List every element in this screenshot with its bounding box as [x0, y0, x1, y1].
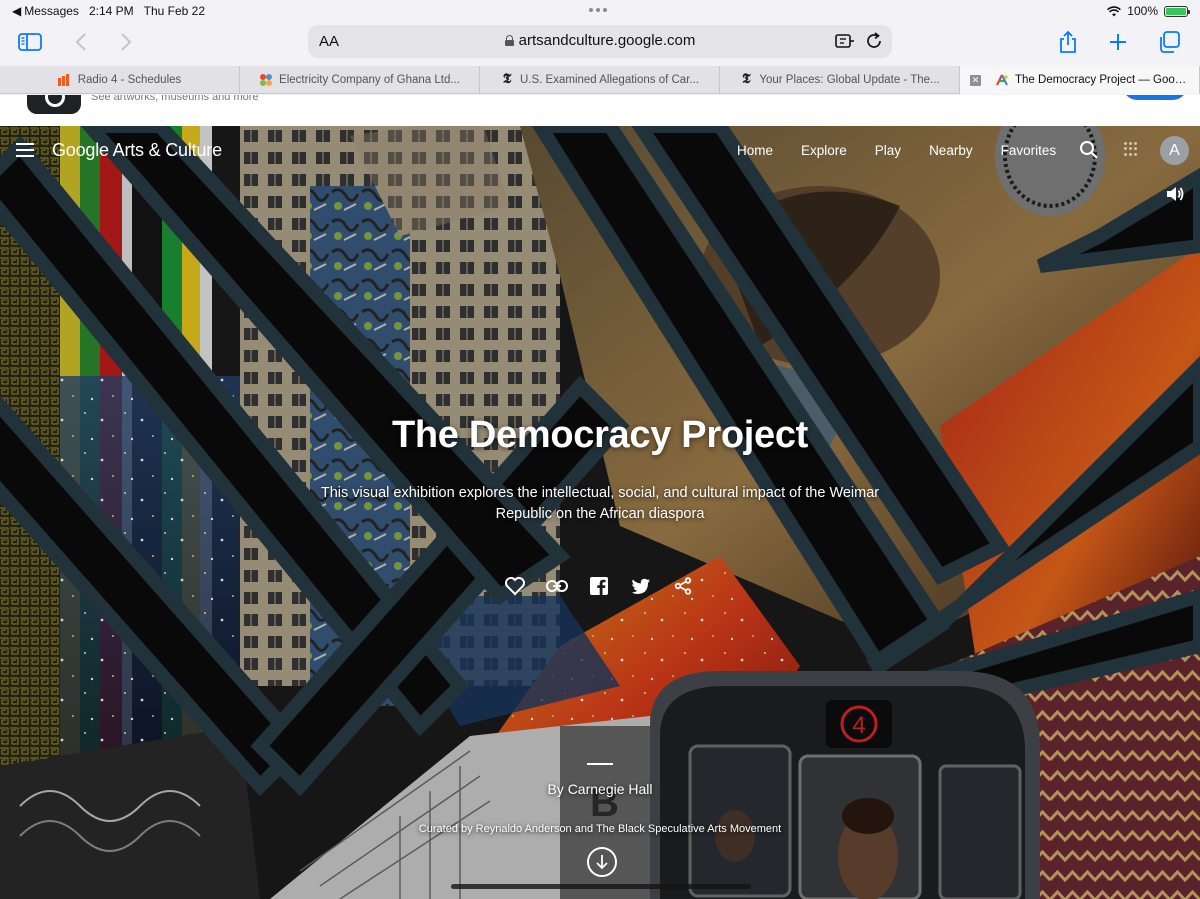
- nyt-icon: 𝕿: [502, 72, 512, 87]
- app-banner-subtitle: See artworks, museums and more: [91, 95, 259, 103]
- nav-nearby[interactable]: Nearby: [929, 143, 973, 158]
- sound-icon[interactable]: [1165, 184, 1185, 204]
- reload-icon[interactable]: [863, 30, 885, 52]
- web-content: See artworks, museums and more B 4 Googl…: [0, 95, 1200, 899]
- tab-title: Radio 4 - Schedules: [77, 74, 182, 86]
- battery-percent: 100%: [1127, 4, 1158, 18]
- nav-play[interactable]: Play: [875, 143, 901, 158]
- tab-overview-icon[interactable]: [1155, 28, 1183, 56]
- tab-democracy-project[interactable]: ✕ The Democracy Project — Google...: [960, 66, 1200, 94]
- tab-title: Electricity Company of Ghana Ltd...: [279, 74, 460, 86]
- extension-icon[interactable]: [834, 30, 856, 52]
- app-logo-icon: [27, 95, 81, 114]
- tab-bar: Radio 4 - Schedules Electricity Company …: [0, 66, 1200, 94]
- share-actions: [504, 575, 694, 597]
- back-app-label: Messages: [24, 4, 79, 18]
- close-tab-icon[interactable]: ✕: [970, 74, 981, 86]
- share-icon[interactable]: [672, 575, 694, 597]
- status-date: Thu Feb 22: [143, 4, 206, 18]
- forward-icon[interactable]: [112, 28, 140, 56]
- back-triangle-icon: ◀: [12, 4, 22, 18]
- url-label: artsandculture.google.com: [518, 32, 696, 49]
- new-tab-icon[interactable]: [1104, 28, 1132, 56]
- tab-title: U.S. Examined Allegations of Car...: [520, 74, 699, 86]
- browser-toolbar: AA artsandculture.google.com: [0, 22, 1200, 64]
- nav-home[interactable]: Home: [737, 143, 773, 158]
- hero-divider: [587, 763, 613, 765]
- app-banner-button[interactable]: [1123, 95, 1187, 100]
- nyt-icon: 𝕿: [742, 72, 751, 87]
- nav-links: Home Explore Play Nearby Favorites: [737, 143, 1056, 158]
- favorite-heart-icon[interactable]: [504, 575, 526, 597]
- lock-icon: [504, 35, 514, 46]
- account-avatar[interactable]: A: [1160, 136, 1189, 165]
- arrow-down-icon: [596, 855, 608, 870]
- share-icon[interactable]: [1054, 28, 1082, 56]
- hero-description: This visual exhibition explores the inte…: [320, 485, 880, 522]
- hero-section: B 4 Google Arts & Culture Home Explore P…: [0, 126, 1200, 899]
- back-to-app[interactable]: ◀ Messages: [12, 4, 79, 18]
- twitter-icon[interactable]: [630, 575, 652, 597]
- google-arts-icon: [995, 73, 1009, 87]
- apps-grid-icon[interactable]: [1124, 142, 1138, 156]
- tab-your-places[interactable]: 𝕿 Your Places: Global Update - The...: [720, 66, 960, 94]
- hero-byline[interactable]: By Carnegie Hall: [0, 781, 1200, 797]
- hero-curated: Curated by Reynaldo Anderson and The Bla…: [418, 823, 782, 835]
- link-icon[interactable]: [546, 575, 568, 597]
- site-nav: Google Arts & Culture Home Explore Play …: [0, 126, 1200, 176]
- multitasking-dots-icon[interactable]: [589, 4, 607, 12]
- nav-favorites[interactable]: Favorites: [1001, 143, 1057, 158]
- battery-icon: [1164, 5, 1190, 17]
- tab-us-examined[interactable]: 𝕿 U.S. Examined Allegations of Car...: [480, 66, 720, 94]
- search-icon[interactable]: [1079, 140, 1099, 160]
- tab-electricity-ghana[interactable]: Electricity Company of Ghana Ltd...: [240, 66, 480, 94]
- menu-icon[interactable]: [16, 143, 34, 157]
- hero-title: The Democracy Project: [391, 414, 809, 456]
- address-bar[interactable]: AA artsandculture.google.com: [308, 25, 892, 58]
- tab-title: Your Places: Global Update - The...: [759, 74, 940, 86]
- url-text[interactable]: artsandculture.google.com: [308, 32, 892, 49]
- facebook-icon[interactable]: [588, 575, 610, 597]
- wifi-icon: [1107, 5, 1122, 16]
- back-icon[interactable]: [67, 28, 95, 56]
- nav-explore[interactable]: Explore: [801, 143, 847, 158]
- scroll-down-button[interactable]: [587, 847, 617, 877]
- site-logo[interactable]: Google Arts & Culture: [52, 140, 222, 161]
- sidebar-icon[interactable]: [16, 28, 44, 56]
- tab-radio4[interactable]: Radio 4 - Schedules: [0, 66, 240, 94]
- home-indicator[interactable]: [451, 884, 751, 889]
- status-bar: ◀ Messages 2:14 PM Thu Feb 22 100%: [0, 0, 1200, 22]
- tab-title: The Democracy Project — Google...: [1015, 74, 1189, 86]
- joomla-icon: [259, 73, 273, 87]
- bbc-sounds-icon: [57, 73, 72, 87]
- app-banner: See artworks, museums and more: [0, 95, 1200, 126]
- status-time: 2:14 PM: [88, 4, 134, 18]
